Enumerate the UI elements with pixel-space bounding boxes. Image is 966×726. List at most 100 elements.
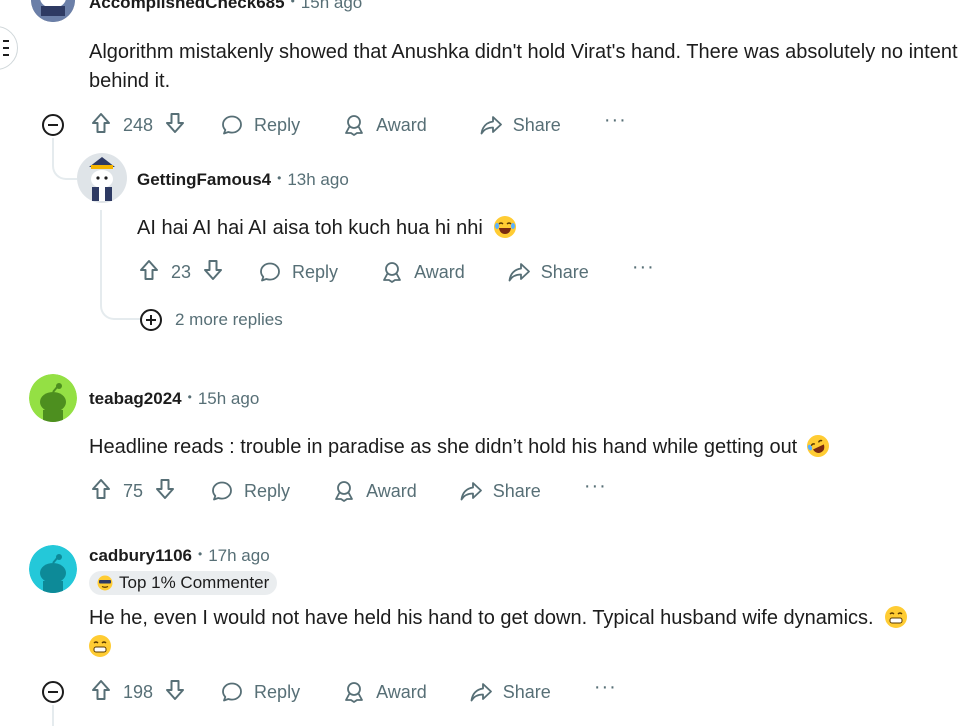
upvote-icon[interactable]: [89, 678, 113, 707]
share-label: Share: [540, 261, 589, 282]
sunglasses-icon: [97, 575, 113, 591]
more-options-button[interactable]: ···: [594, 676, 617, 704]
comment-text: He he, even I would not have held his ha…: [89, 607, 874, 629]
avatar[interactable]: [77, 153, 127, 203]
upvote-icon[interactable]: [89, 477, 113, 506]
vote-count: 198: [123, 681, 154, 702]
more-options-button[interactable]: ···: [604, 109, 627, 137]
comment-timestamp[interactable]: 15h ago: [301, 0, 362, 13]
comment-actions: 198 Reply Award Share ···: [89, 676, 617, 707]
share-label: Share: [492, 480, 541, 501]
avatar[interactable]: [31, 0, 75, 22]
share-icon: [507, 260, 531, 284]
share-button[interactable]: Share: [479, 113, 561, 137]
avatar[interactable]: [29, 374, 77, 422]
more-replies-link[interactable]: 2 more replies: [175, 310, 283, 330]
award-label: Award: [376, 114, 427, 135]
comment-username[interactable]: teabag2024: [89, 389, 182, 409]
share-label: Share: [502, 681, 551, 702]
vote-group: 23: [137, 258, 225, 287]
vote-group: 75: [89, 477, 177, 506]
separator-dot: •: [198, 547, 203, 561]
comment-actions: 23 Reply Award Share ···: [137, 256, 655, 287]
downvote-icon[interactable]: [153, 477, 177, 506]
collapse-thread-button[interactable]: [42, 681, 64, 703]
downvote-icon[interactable]: [201, 258, 225, 287]
award-button[interactable]: Award: [332, 479, 417, 503]
comment-bubble-icon: [210, 479, 234, 503]
more-dots-icon: ···: [583, 474, 607, 497]
comment-timestamp[interactable]: 15h ago: [198, 389, 259, 409]
more-options-button[interactable]: ···: [632, 256, 655, 284]
more-dots-icon: ···: [631, 255, 655, 278]
vote-count: 23: [171, 261, 192, 282]
vote-group: 248: [89, 111, 187, 140]
comment-bubble-icon: [220, 113, 244, 137]
reply-label: Reply: [292, 261, 339, 282]
comment-actions: 248 Reply Award Share ···: [89, 109, 627, 140]
share-icon: [479, 113, 503, 137]
upvote-icon[interactable]: [89, 111, 113, 140]
comment-username[interactable]: cadbury1106: [89, 546, 192, 566]
reply-button[interactable]: Reply: [258, 260, 338, 284]
share-icon: [469, 680, 493, 704]
vote-count: 75: [123, 480, 144, 501]
grinning-face-icon: [89, 635, 111, 657]
comment-bubble-icon: [258, 260, 282, 284]
thread-branch: [52, 140, 78, 180]
grinning-face-icon: [885, 606, 908, 628]
award-label: Award: [414, 261, 465, 282]
upvote-icon[interactable]: [137, 258, 161, 287]
more-dots-icon: ···: [603, 108, 627, 131]
comment-text: Headline reads : trouble in paradise as …: [89, 436, 798, 458]
share-button[interactable]: Share: [459, 479, 541, 503]
comment-body: AI hai AI hai AI aisa toh kuch hua hi nh…: [137, 214, 937, 243]
award-button[interactable]: Award: [342, 113, 427, 137]
award-icon: [332, 479, 356, 503]
expand-replies-button[interactable]: [140, 309, 162, 331]
avatar[interactable]: [29, 545, 77, 593]
user-flair: Top 1% Commenter: [89, 571, 278, 595]
reply-button[interactable]: Reply: [220, 680, 300, 704]
menu-icon: [3, 40, 9, 61]
comment-username[interactable]: AccomplishedCheck685: [89, 0, 285, 13]
side-menu-button[interactable]: [0, 26, 18, 70]
more-options-button[interactable]: ···: [584, 475, 607, 503]
comment-timestamp[interactable]: 17h ago: [208, 546, 269, 566]
vote-group: 198: [89, 678, 187, 707]
thread-branch: [100, 290, 140, 320]
downvote-icon[interactable]: [163, 111, 187, 140]
reply-button[interactable]: Reply: [220, 113, 300, 137]
separator-dot: •: [290, 0, 295, 8]
share-icon: [459, 479, 483, 503]
vote-count: 248: [123, 114, 154, 135]
separator-dot: •: [277, 171, 282, 185]
award-icon: [342, 113, 366, 137]
share-button[interactable]: Share: [507, 260, 589, 284]
award-button[interactable]: Award: [380, 260, 465, 284]
laughing-face-icon: [494, 216, 517, 238]
reply-label: Reply: [254, 114, 301, 135]
reply-button[interactable]: Reply: [210, 479, 290, 503]
downvote-icon[interactable]: [163, 678, 187, 707]
rofl-face-icon: [803, 431, 833, 461]
reply-label: Reply: [254, 681, 301, 702]
comment-text: AI hai AI hai AI aisa toh kuch hua hi nh…: [137, 217, 483, 239]
share-button[interactable]: Share: [469, 680, 551, 704]
reply-label: Reply: [244, 480, 291, 501]
award-button[interactable]: Award: [342, 680, 427, 704]
thread-line[interactable]: [52, 705, 54, 726]
more-dots-icon: ···: [593, 675, 617, 698]
flair-label: Top 1% Commenter: [119, 573, 270, 592]
award-label: Award: [376, 681, 427, 702]
comment-username[interactable]: GettingFamous4: [137, 170, 271, 190]
award-icon: [380, 260, 404, 284]
share-label: Share: [512, 114, 561, 135]
award-icon: [342, 680, 366, 704]
collapse-thread-button[interactable]: [42, 114, 64, 136]
comment-timestamp[interactable]: 13h ago: [287, 170, 348, 190]
comment-body: Algorithm mistakenly showed that Anushka…: [89, 41, 958, 92]
comment-body: He he, even I would not have held his ha…: [89, 604, 949, 662]
comment-bubble-icon: [220, 680, 244, 704]
award-label: Award: [366, 480, 417, 501]
